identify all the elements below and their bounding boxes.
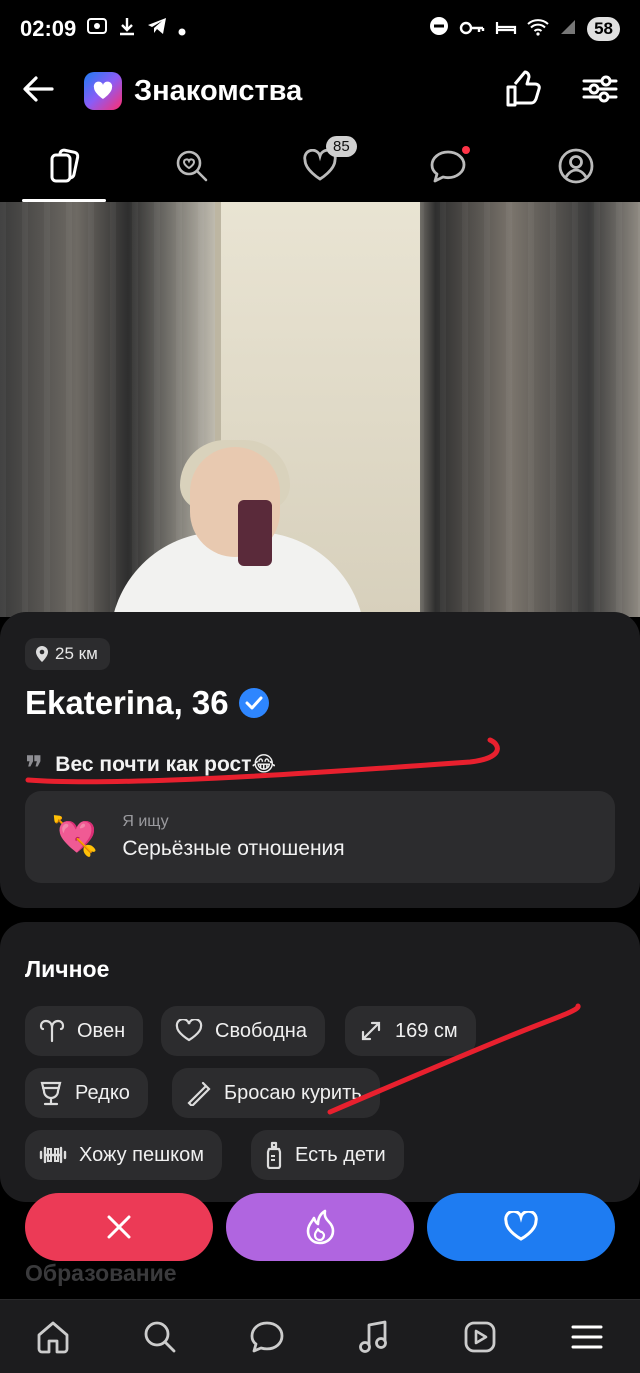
heart-icon: [504, 1211, 538, 1241]
home-icon: [37, 1321, 69, 1353]
personal-card: Личное Овен Свободна 169 см Редко Бросаю…: [0, 922, 640, 1202]
baby-bottle-icon: [266, 1141, 282, 1169]
dumbbell-icon: [39, 1146, 67, 1164]
tab-profile[interactable]: [512, 130, 640, 202]
download-icon: [118, 16, 136, 42]
page-title: Знакомства: [134, 74, 303, 107]
location-pin-icon: [36, 646, 48, 662]
back-button[interactable]: [22, 75, 54, 108]
video-icon: [464, 1321, 496, 1352]
bed-icon: [495, 16, 517, 42]
chip-height-label: 169 см: [395, 1019, 458, 1042]
nav-video[interactable]: [427, 1300, 534, 1373]
nav-search[interactable]: [107, 1300, 214, 1373]
wine-glass-icon: [40, 1081, 62, 1106]
chip-alcohol: Редко: [25, 1068, 148, 1118]
status-bar: 02:09 58: [0, 0, 640, 58]
status-time: 02:09: [20, 16, 77, 41]
chip-sport: Хожу пешком: [25, 1130, 223, 1180]
dnd-icon: [429, 16, 449, 42]
unread-dot: [462, 146, 470, 154]
nav-messages[interactable]: [213, 1300, 320, 1373]
height-icon: [361, 1021, 381, 1041]
profile-name-age: Ekaterina, 36: [25, 684, 229, 721]
wifi-icon: [527, 16, 549, 42]
thumbs-up-icon: [506, 70, 541, 106]
close-icon: [107, 1215, 131, 1239]
profile-info-card: 25 км Ekaterina, 36 ❞ Вес почти как рост…: [0, 612, 640, 908]
nav-menu[interactable]: [533, 1300, 640, 1373]
key-icon: [459, 16, 485, 42]
messages-icon: [250, 1321, 284, 1352]
top-tabs: 85: [0, 130, 640, 202]
chip-status: Свободна: [161, 1006, 325, 1056]
section-title-education: Образование: [25, 1260, 177, 1286]
like-button[interactable]: [427, 1193, 615, 1261]
cigarette-icon: [187, 1081, 211, 1106]
bottom-nav: [0, 1299, 640, 1373]
flame-icon: [306, 1209, 335, 1245]
app-logo: [84, 72, 122, 110]
chip-kids-label: Есть дети: [295, 1143, 386, 1166]
bio-quote: ❞ Вес почти как рост😂: [25, 742, 276, 786]
distance-chip: 25 км: [25, 638, 110, 670]
tab-search-likes[interactable]: [128, 130, 256, 202]
looking-for-value: Серьёзные отношения: [122, 837, 345, 860]
heart-outline-icon: [175, 1019, 203, 1042]
app-header: Знакомства: [0, 58, 640, 124]
profile-photo[interactable]: [0, 202, 640, 617]
chip-zodiac-label: Овен: [77, 1019, 126, 1042]
verified-icon: [238, 688, 269, 718]
arrow-left-icon: [23, 75, 54, 102]
chip-height: 169 см: [345, 1006, 476, 1056]
dot-icon: [178, 16, 186, 42]
aries-icon: [39, 1019, 65, 1043]
cards-icon: [50, 148, 80, 183]
chip-zodiac: Овен: [25, 1006, 144, 1056]
chip-alcohol-label: Редко: [75, 1081, 130, 1104]
telegram-icon: [146, 16, 168, 42]
chip-kids: Есть дети: [251, 1130, 404, 1180]
search-icon: [144, 1321, 176, 1352]
menu-icon: [571, 1325, 603, 1348]
photo-phone: [238, 500, 272, 566]
likes-count-badge: 85: [326, 136, 357, 157]
screenshot-icon: [86, 16, 108, 42]
nav-home[interactable]: [0, 1300, 107, 1373]
heart-arrow-icon: 💘: [51, 816, 99, 858]
heart-logo-icon: [93, 81, 113, 99]
nav-music[interactable]: [320, 1300, 427, 1373]
chip-smoking-label: Бросаю курить: [224, 1081, 362, 1104]
tab-chats[interactable]: [384, 130, 512, 202]
chat-icon: [430, 150, 466, 183]
battery-badge: 58: [587, 17, 620, 41]
status-icons-right: 58: [429, 16, 620, 42]
section-title-personal: Личное: [25, 956, 110, 982]
quote-icon: ❞: [25, 749, 44, 789]
heart-search-icon: [176, 150, 208, 182]
name-row: Ekaterina, 36: [25, 684, 269, 722]
profile-icon: [558, 148, 594, 184]
chip-smoking: Бросаю курить: [172, 1068, 380, 1118]
superlike-button[interactable]: [226, 1193, 414, 1261]
tab-cards[interactable]: [0, 130, 128, 202]
status-icons-left: [86, 16, 186, 42]
looking-for-label: Я ищу: [122, 813, 169, 830]
chip-status-label: Свободна: [215, 1019, 307, 1042]
dislike-button[interactable]: [25, 1193, 213, 1261]
tab-likes[interactable]: 85: [256, 130, 384, 202]
filters-button[interactable]: [582, 74, 618, 109]
filters-icon: [582, 75, 618, 102]
bio-text: Вес почти как рост😂: [55, 752, 277, 776]
looking-for-box: 💘 Я ищу Серьёзные отношения: [25, 791, 615, 883]
signal-icon: [559, 16, 577, 42]
likes-you-button[interactable]: [504, 70, 542, 113]
chip-sport-label: Хожу пешком: [79, 1143, 205, 1166]
music-icon: [359, 1320, 388, 1353]
distance-text: 25 км: [55, 644, 98, 663]
